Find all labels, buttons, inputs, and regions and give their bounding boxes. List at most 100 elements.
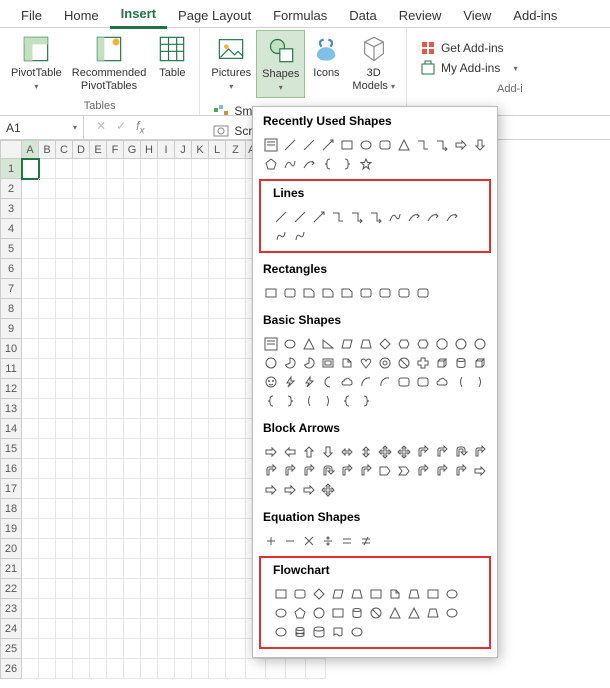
row-header[interactable]: 10: [0, 339, 22, 359]
shape-arrU[interactable]: [299, 442, 318, 461]
tab-pagelayout[interactable]: Page Layout: [167, 4, 262, 28]
shape-db[interactable]: [290, 622, 309, 641]
cell[interactable]: [175, 159, 192, 179]
shape-rect[interactable]: [328, 603, 347, 622]
cell[interactable]: [141, 459, 158, 479]
cell[interactable]: [90, 359, 107, 379]
cell[interactable]: [39, 479, 56, 499]
cell[interactable]: [226, 439, 246, 459]
shape-tri[interactable]: [404, 603, 423, 622]
shape-hex[interactable]: [413, 334, 432, 353]
shape-eq[interactable]: [337, 531, 356, 550]
shape-para[interactable]: [337, 334, 356, 353]
shape-arrUD[interactable]: [356, 442, 375, 461]
cell[interactable]: [175, 479, 192, 499]
cell[interactable]: [73, 639, 90, 659]
cell[interactable]: [141, 519, 158, 539]
cell[interactable]: [124, 419, 141, 439]
row-header[interactable]: 6: [0, 259, 22, 279]
cell[interactable]: [192, 459, 209, 479]
cell[interactable]: [141, 179, 158, 199]
shape-ell[interactable]: [442, 584, 461, 603]
cell[interactable]: [90, 159, 107, 179]
cell[interactable]: [73, 359, 90, 379]
cell[interactable]: [124, 619, 141, 639]
cell[interactable]: [209, 479, 226, 499]
cell[interactable]: [141, 499, 158, 519]
cell[interactable]: [266, 659, 286, 679]
cell[interactable]: [124, 179, 141, 199]
cell[interactable]: [141, 419, 158, 439]
cell[interactable]: [39, 239, 56, 259]
cell[interactable]: [175, 499, 192, 519]
shape-line[interactable]: [290, 207, 309, 226]
cell[interactable]: [56, 239, 73, 259]
my-addins-button[interactable]: My Add-ins ▾: [417, 58, 521, 78]
cell[interactable]: [73, 419, 90, 439]
cell[interactable]: [158, 299, 175, 319]
tab-data[interactable]: Data: [338, 4, 387, 28]
cell[interactable]: [209, 559, 226, 579]
shape-rrect[interactable]: [375, 135, 394, 154]
cell[interactable]: [158, 199, 175, 219]
cell[interactable]: [158, 439, 175, 459]
shape-brR[interactable]: [356, 391, 375, 410]
cell[interactable]: [124, 439, 141, 459]
table-button[interactable]: Table: [151, 30, 193, 98]
shape-elbowA[interactable]: [366, 207, 385, 226]
shape-donut[interactable]: [375, 353, 394, 372]
cell[interactable]: [226, 259, 246, 279]
cell[interactable]: [124, 459, 141, 479]
cell[interactable]: [226, 359, 246, 379]
cell[interactable]: [39, 559, 56, 579]
cell[interactable]: [209, 439, 226, 459]
cell[interactable]: [39, 619, 56, 639]
cell[interactable]: [22, 279, 39, 299]
shape-cube[interactable]: [432, 353, 451, 372]
shape-div[interactable]: [318, 531, 337, 550]
cell[interactable]: [22, 619, 39, 639]
cell[interactable]: [90, 279, 107, 299]
shape-brL[interactable]: [337, 391, 356, 410]
shape-star[interactable]: [356, 154, 375, 173]
cell[interactable]: [192, 359, 209, 379]
cell[interactable]: [124, 519, 141, 539]
shape-bolt[interactable]: [299, 372, 318, 391]
cell[interactable]: [209, 539, 226, 559]
cell[interactable]: [56, 379, 73, 399]
shape-elbow[interactable]: [328, 207, 347, 226]
shape-line[interactable]: [271, 207, 290, 226]
cell[interactable]: [141, 159, 158, 179]
cell[interactable]: [209, 219, 226, 239]
cell[interactable]: [22, 599, 39, 619]
cell[interactable]: [141, 359, 158, 379]
cell[interactable]: [175, 199, 192, 219]
row-header[interactable]: 25: [0, 639, 22, 659]
shape-arc[interactable]: [375, 372, 394, 391]
row-header[interactable]: 20: [0, 539, 22, 559]
shape-circ[interactable]: [261, 353, 280, 372]
cell[interactable]: [107, 359, 124, 379]
shape-parL[interactable]: [299, 391, 318, 410]
cell[interactable]: [39, 339, 56, 359]
cell[interactable]: [209, 299, 226, 319]
cell[interactable]: [226, 399, 246, 419]
shape-can[interactable]: [309, 622, 328, 641]
cell[interactable]: [192, 439, 209, 459]
cell[interactable]: [73, 319, 90, 339]
cell[interactable]: [175, 559, 192, 579]
row-header[interactable]: 4: [0, 219, 22, 239]
shape-brL[interactable]: [318, 154, 337, 173]
cell[interactable]: [22, 499, 39, 519]
cell[interactable]: [73, 219, 90, 239]
cell[interactable]: [175, 619, 192, 639]
cell[interactable]: [90, 479, 107, 499]
cell[interactable]: [107, 419, 124, 439]
shape-cross[interactable]: [413, 353, 432, 372]
cell[interactable]: [39, 399, 56, 419]
cell[interactable]: [175, 339, 192, 359]
cell[interactable]: [56, 339, 73, 359]
cell[interactable]: [226, 319, 246, 339]
shape-ell[interactable]: [271, 622, 290, 641]
cell[interactable]: [141, 539, 158, 559]
